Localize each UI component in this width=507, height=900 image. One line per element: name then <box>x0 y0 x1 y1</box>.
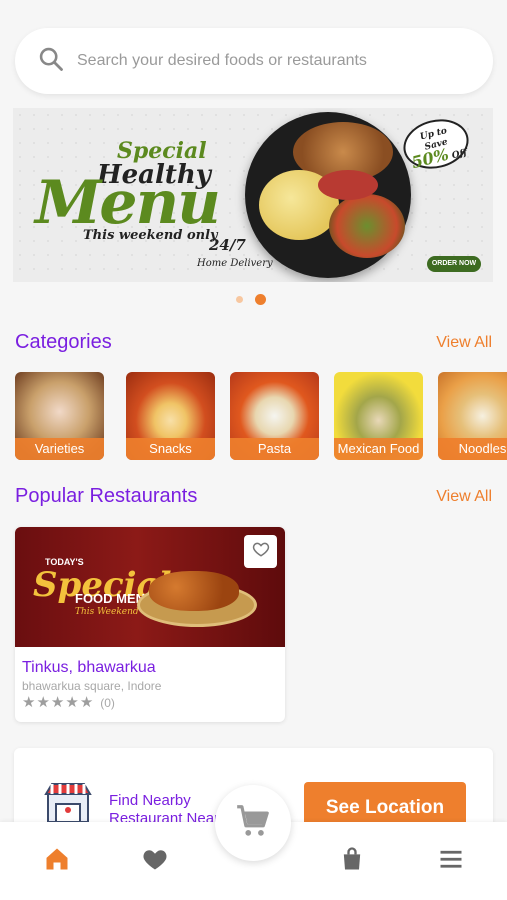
star-icon: ★ <box>50 694 65 711</box>
category-label: Noodles <box>438 438 507 460</box>
restaurant-rating: ★ ★ ★ ★ ★ (0) <box>22 695 115 710</box>
banner-order-now-button[interactable]: ORDER NOW <box>427 256 481 272</box>
restaurant-card[interactable]: TODAY'S Special FOOD MENU This Weekend O… <box>15 527 285 722</box>
category-item-pasta[interactable]: Pasta <box>230 372 319 460</box>
carousel-dot[interactable] <box>236 296 243 303</box>
search-bar[interactable] <box>15 28 493 94</box>
category-item-snacks[interactable]: Snacks <box>126 372 215 460</box>
banner-delivery-label: Home Delivery <box>197 258 273 269</box>
status-bar <box>0 0 507 28</box>
banner-save-badge: Up to Save 50% Off <box>398 112 474 176</box>
favorite-button[interactable] <box>244 535 277 568</box>
popular-view-all-link[interactable]: View All <box>436 488 492 506</box>
categories-title: Categories <box>15 331 112 353</box>
category-item-noodles[interactable]: Noodles <box>438 372 507 460</box>
restaurant-address: bhawarkua square, Indore <box>22 679 162 693</box>
search-input[interactable] <box>77 52 457 70</box>
category-label: Mexican Food <box>334 438 423 460</box>
heart-outline-icon <box>252 540 270 563</box>
cart-button[interactable] <box>215 785 291 861</box>
home-icon <box>43 845 71 878</box>
popular-restaurants-title: Popular Restaurants <box>15 485 198 507</box>
category-item-mexican-food[interactable]: Mexican Food <box>334 372 423 460</box>
category-label: Snacks <box>126 438 215 460</box>
category-label: Varieties <box>15 438 104 460</box>
nav-menu[interactable] <box>436 846 466 876</box>
banner-delivery-hours: 24/7 <box>209 236 246 254</box>
category-item-varieties[interactable]: Varieties <box>15 372 104 460</box>
nav-orders[interactable] <box>337 846 367 876</box>
star-icon: ★ <box>79 694 94 711</box>
star-icon: ★ <box>65 694 79 711</box>
categories-view-all-link[interactable]: View All <box>436 334 492 352</box>
bag-icon <box>338 845 366 878</box>
carousel-dot-active[interactable] <box>255 294 266 305</box>
promo-banner[interactable]: Special Healthy Menu This weekend only 2… <box>13 108 493 282</box>
carousel-dots <box>236 294 266 305</box>
categories-list: Varieties Snacks Pasta Mexican Food Nood… <box>15 372 507 462</box>
save-percent: 50% <box>409 144 451 173</box>
banner-food-image <box>318 170 378 200</box>
star-icon: ★ <box>36 694 50 711</box>
banner-food-image <box>329 194 405 258</box>
nav-favorites[interactable] <box>140 846 170 876</box>
nav-home[interactable] <box>42 846 72 876</box>
banner-weekend-text: This weekend only <box>83 228 218 243</box>
search-icon <box>37 45 65 78</box>
save-suffix: Off <box>450 147 469 162</box>
heart-icon <box>141 845 169 878</box>
cart-icon <box>234 802 272 845</box>
review-count: (0) <box>100 695 115 710</box>
menu-icon <box>437 845 465 878</box>
promo-food-image <box>149 571 239 611</box>
category-label: Pasta <box>230 438 319 460</box>
restaurant-name[interactable]: Tinkus, bhawarkua <box>22 659 156 677</box>
star-icon: ★ <box>22 694 36 711</box>
